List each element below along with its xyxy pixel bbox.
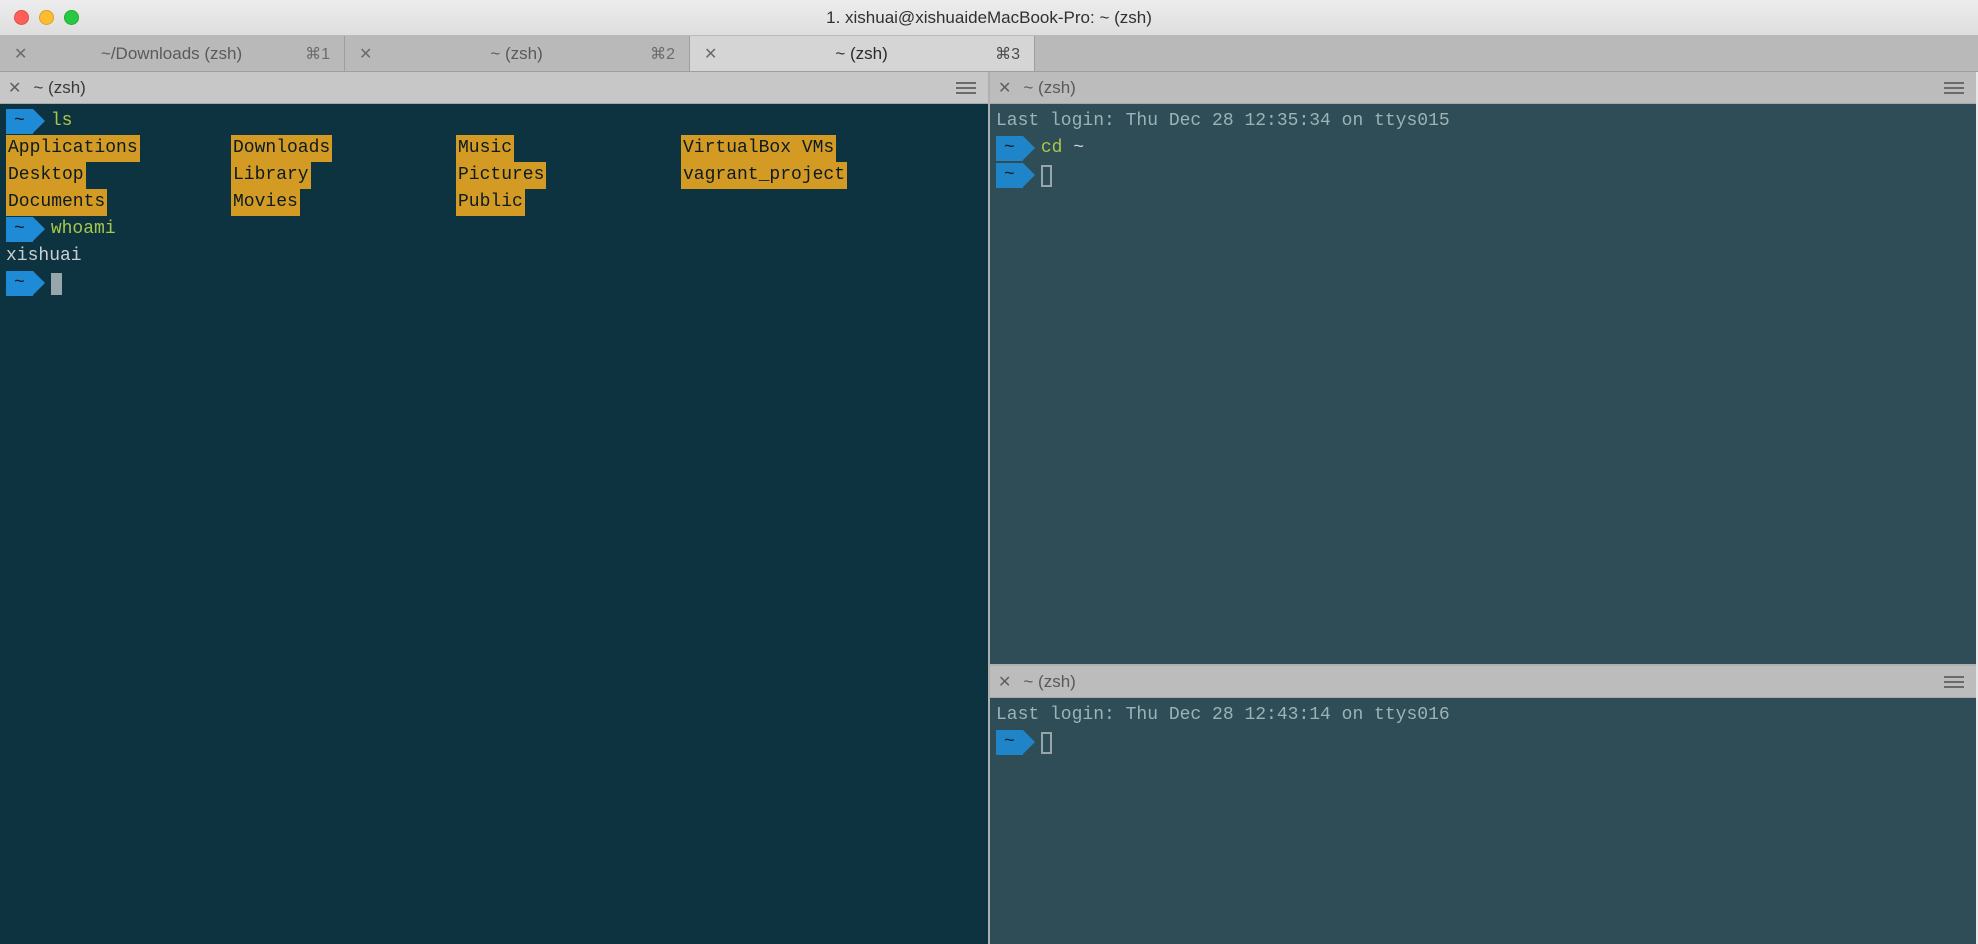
ls-entry: Documents [6,189,107,216]
window-tab-3[interactable]: ✕ ~ (zsh) ⌘3 [690,36,1035,71]
menu-icon[interactable] [1944,676,1968,688]
ls-entry: Public [456,189,525,216]
pane-title: ~ (zsh) [1023,672,1932,692]
pane-right-top[interactable]: ✕ ~ (zsh) Last login: Thu Dec 28 12:35:3… [990,72,1976,664]
menu-icon[interactable] [1944,82,1968,94]
terminal-left[interactable]: ~ ls Applications Desktop Documents Down… [0,104,988,301]
window-tab-1[interactable]: ✕ ~/Downloads (zsh) ⌘1 [0,36,345,71]
pane-header: ✕ ~ (zsh) [0,72,988,104]
pane-left[interactable]: ✕ ~ (zsh) ~ ls Applications Desktop Docu… [0,72,988,944]
tab-label: ~/Downloads (zsh) [38,44,305,64]
window-tab-bar: ✕ ~/Downloads (zsh) ⌘1 ✕ ~ (zsh) ⌘2 ✕ ~ … [0,36,1978,72]
cursor-icon [1041,732,1052,754]
ls-entry: Desktop [6,162,86,189]
window-title: 1. xishuai@xishuaideMacBook-Pro: ~ (zsh) [826,8,1152,28]
cursor-icon [1041,165,1052,187]
tab-label: ~ (zsh) [728,44,995,64]
close-icon[interactable]: ✕ [998,78,1011,98]
command-arg: ~ [1073,135,1084,162]
ls-entry: Library [231,162,311,189]
cursor-icon [51,273,62,295]
command-output: xishuai [6,243,982,270]
window-zoom-button[interactable] [64,10,79,25]
terminal-right-bottom[interactable]: Last login: Thu Dec 28 12:43:14 on ttys0… [990,698,1976,760]
ls-output: Applications Desktop Documents Downloads… [6,135,982,216]
command-text: whoami [51,216,116,243]
pane-header: ✕ ~ (zsh) [990,72,1976,104]
close-icon[interactable]: ✕ [998,672,1011,692]
tab-shortcut: ⌘3 [995,44,1020,64]
window-minimize-button[interactable] [39,10,54,25]
window-tab-2[interactable]: ✕ ~ (zsh) ⌘2 [345,36,690,71]
tab-shortcut: ⌘1 [305,44,330,64]
ls-entry: Movies [231,189,300,216]
pane-right-bottom[interactable]: ✕ ~ (zsh) Last login: Thu Dec 28 12:43:1… [990,664,1976,944]
close-icon[interactable]: ✕ [14,44,32,64]
command-text: ls [51,108,73,135]
ls-entry: Pictures [456,162,546,189]
menu-icon[interactable] [956,82,980,94]
prompt-chip: ~ [6,271,33,296]
ls-entry: Music [456,135,514,162]
prompt-chip: ~ [6,217,33,242]
login-message: Last login: Thu Dec 28 12:35:34 on ttys0… [996,108,1970,135]
pane-header: ✕ ~ (zsh) [990,666,1976,698]
ls-entry: Downloads [231,135,332,162]
titlebar: 1. xishuai@xishuaideMacBook-Pro: ~ (zsh) [0,0,1978,36]
prompt-chip: ~ [996,163,1023,188]
pane-title: ~ (zsh) [33,78,944,98]
tab-label: ~ (zsh) [383,44,650,64]
prompt-chip: ~ [6,109,33,134]
prompt-chip: ~ [996,730,1023,755]
terminal-right-top[interactable]: Last login: Thu Dec 28 12:35:34 on ttys0… [990,104,1976,193]
close-icon[interactable]: ✕ [359,44,377,64]
prompt-chip: ~ [996,136,1023,161]
workspace: ✕ ~ (zsh) ~ ls Applications Desktop Docu… [0,72,1978,944]
close-icon[interactable]: ✕ [8,78,21,98]
tab-shortcut: ⌘2 [650,44,675,64]
ls-entry: VirtualBox VMs [681,135,836,162]
window-close-button[interactable] [14,10,29,25]
ls-entry: Applications [6,135,140,162]
command-text: cd [1041,135,1063,162]
ls-entry: vagrant_project [681,162,847,189]
close-icon[interactable]: ✕ [704,44,722,64]
pane-title: ~ (zsh) [1023,78,1932,98]
traffic-lights [0,10,79,25]
login-message: Last login: Thu Dec 28 12:43:14 on ttys0… [996,702,1970,729]
